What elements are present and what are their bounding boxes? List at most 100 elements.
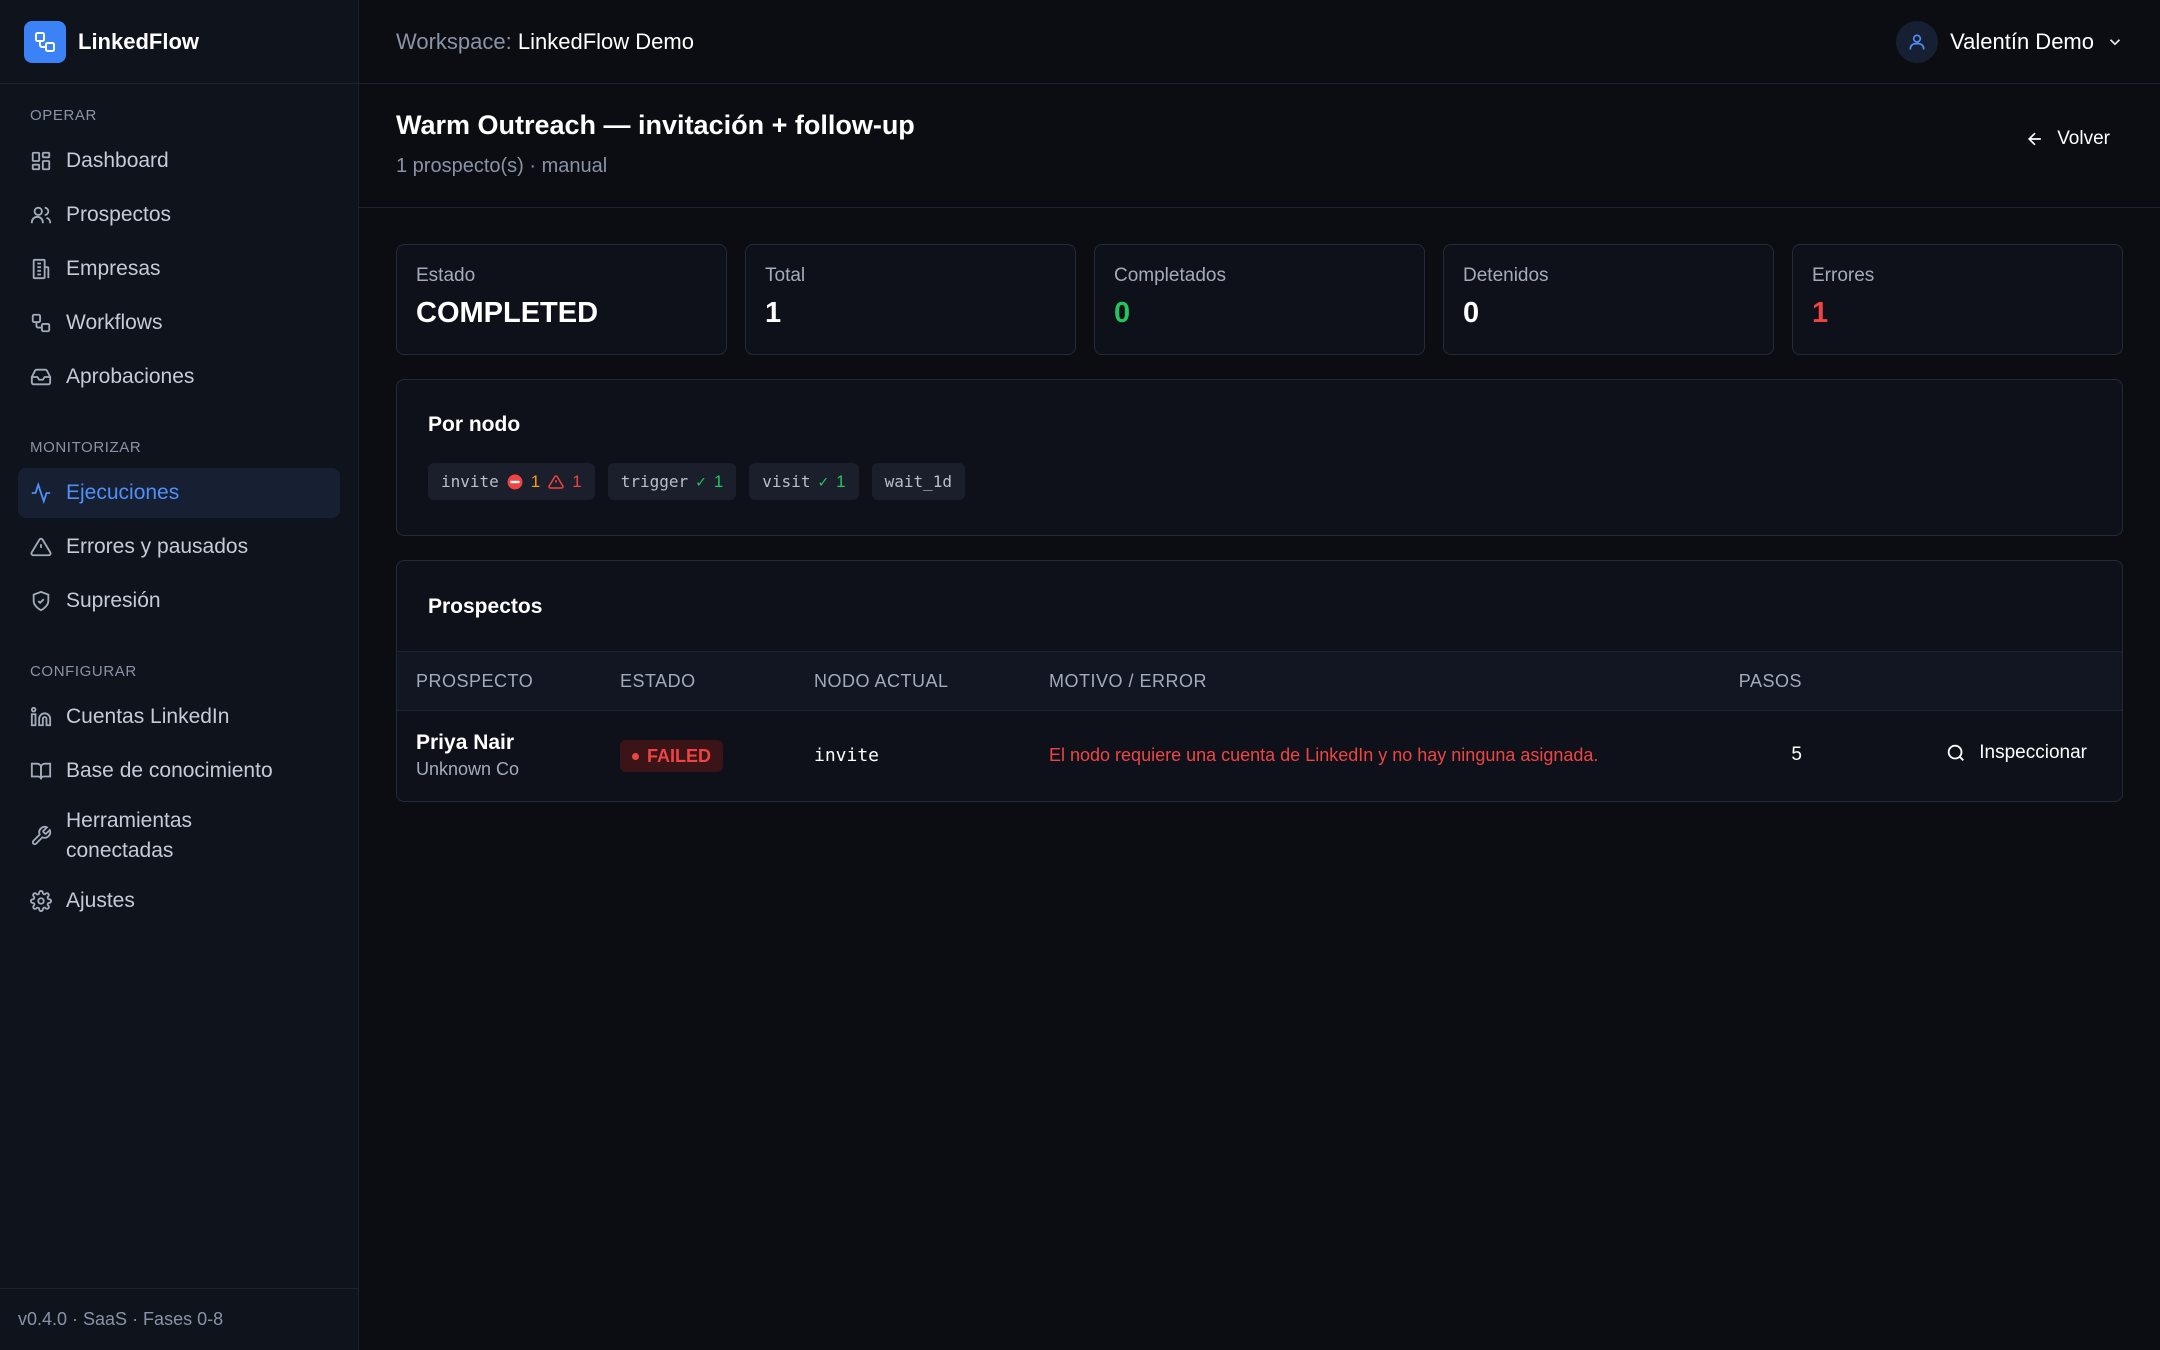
stat-card-total: Total 1 [745, 244, 1076, 355]
nav-section-operar: OPERAR Dashboard Prospectos Empresas Wor… [0, 84, 358, 402]
steps-count: 5 [1791, 744, 1802, 765]
brand[interactable]: LinkedFlow [0, 0, 358, 84]
dashboard-icon [31, 151, 51, 171]
sidebar-item-label: Dashboard [66, 149, 169, 172]
stats-row: Estado COMPLETED Total 1 Completados 0 D… [396, 244, 2123, 355]
sidebar-item-ejecuciones[interactable]: Ejecuciones [18, 468, 340, 518]
nav-section-configurar: CONFIGURAR Cuentas LinkedIn Base de cono… [0, 640, 358, 926]
nodes-panel-title: Por nodo [428, 413, 521, 436]
sidebar-item-errores[interactable]: Errores y pausados [18, 522, 340, 572]
building-icon [32, 258, 50, 280]
sidebar-item-herramientas[interactable]: Herramientas conectadas [18, 800, 340, 872]
sidebar-item-label: Herramientas conectadas [66, 809, 193, 862]
back-button[interactable]: Volver [2011, 122, 2124, 156]
nav-heading-configurar: CONFIGURAR [30, 663, 137, 680]
sidebar-item-prospectos[interactable]: Prospectos [18, 190, 340, 240]
user-icon [1909, 34, 1925, 49]
sidebar: LinkedFlow OPERAR Dashboard Prospectos E… [0, 0, 359, 1350]
linkedin-icon [30, 706, 52, 727]
stop-icon [507, 474, 523, 489]
brand-name: LinkedFlow [78, 28, 199, 54]
sidebar-item-label: Workflows [66, 311, 163, 334]
main-content: Workspace: LinkedFlow Demo Valentín Demo… [359, 0, 2160, 1350]
page-header: Warm Outreach — invitación + follow-up 1… [359, 84, 2160, 208]
current-node: invite [814, 745, 880, 766]
search-icon [1948, 744, 1965, 761]
workflow-icon [31, 313, 51, 333]
sidebar-item-cuentas-linkedin[interactable]: Cuentas LinkedIn [18, 692, 340, 742]
prospect-name[interactable]: Priya Nair [416, 731, 519, 755]
sidebar-item-empresas[interactable]: Empresas [18, 244, 340, 294]
node-chip-trigger: trigger ✓ 1 [607, 463, 737, 500]
sidebar-item-label: Cuentas LinkedIn [66, 705, 230, 728]
column-header-estado[interactable]: ESTADO [620, 671, 696, 692]
page-title: Warm Outreach — invitación + follow-up [396, 110, 915, 140]
stat-card-completados: Completados 0 [1094, 244, 1425, 355]
nav-section-monitorizar: MONITORIZAR Ejecuciones Errores y pausad… [0, 416, 358, 626]
user-menu[interactable]: Valentín Demo [1896, 20, 2124, 63]
wrench-icon [31, 825, 52, 846]
avatar [1896, 20, 1939, 63]
prospects-table: PROSPECTO ESTADO NODO ACTUAL MOTIVO / ER… [397, 651, 2122, 801]
node-chip-error-count: 1 [572, 471, 582, 491]
column-header-motivo[interactable]: MOTIVO / ERROR [1049, 671, 1207, 692]
activity-icon [31, 482, 51, 504]
node-chip-stopped-count: 1 [530, 471, 541, 491]
table-row[interactable]: Priya Nair Unknown Co FAILED invite El n… [397, 711, 2122, 801]
chevron-down-icon [2109, 38, 2121, 45]
node-chip-wait: wait_1d [871, 463, 965, 500]
topbar: Workspace: LinkedFlow Demo Valentín Demo [359, 0, 2160, 84]
status-badge-label: FAILED [647, 745, 712, 766]
node-chip-name: visit [762, 472, 811, 491]
stat-value: 1 [765, 297, 782, 329]
user-name: Valentín Demo [1950, 28, 2094, 54]
stat-value: 0 [1114, 297, 1131, 329]
sidebar-item-label: Base de conocimiento [66, 759, 273, 782]
sidebar-item-label: Aprobaciones [66, 365, 195, 388]
column-header-prospecto[interactable]: PROSPECTO [416, 671, 533, 692]
check-icon: ✓ [818, 472, 829, 491]
node-chip-visit: visit ✓ 1 [749, 463, 859, 500]
run-details: Estado COMPLETED Total 1 Completados 0 D… [359, 208, 2160, 802]
inbox-icon [30, 368, 52, 386]
sidebar-item-workflows[interactable]: Workflows [18, 298, 340, 348]
node-chip-invite: invite 1 1 [428, 463, 595, 500]
sidebar-item-aprobaciones[interactable]: Aprobaciones [18, 352, 340, 402]
status-dot-icon [632, 752, 639, 760]
node-chip-completed-count: 1 [836, 471, 846, 491]
stat-label: Completados [1114, 265, 1226, 286]
node-chip-name: wait_1d [884, 472, 952, 491]
check-icon: ✓ [696, 472, 706, 491]
sidebar-item-label: Errores y pausados [66, 535, 249, 558]
sidebar-item-label: Prospectos [66, 203, 172, 226]
column-header-nodo[interactable]: NODO ACTUAL [814, 671, 949, 692]
workspace-label: Workspace: [396, 28, 512, 54]
inspect-button[interactable]: Inspeccionar [1945, 742, 2087, 764]
node-chip-name: trigger [620, 472, 689, 491]
stat-value: 1 [1812, 297, 1829, 329]
arrow-left-icon [2028, 132, 2042, 146]
stat-label: Total [765, 265, 806, 286]
sidebar-item-supresion[interactable]: Supresión [18, 576, 340, 626]
column-header-pasos[interactable]: PASOS [1739, 671, 1802, 692]
stat-label: Detenidos [1463, 265, 1549, 286]
prospect-company: Unknown Co [416, 759, 520, 779]
nav-heading-monitorizar: MONITORIZAR [30, 439, 142, 456]
table-header: PROSPECTO ESTADO NODO ACTUAL MOTIVO / ER… [397, 651, 2122, 711]
shield-icon [32, 590, 50, 612]
stat-card-errores: Errores 1 [1792, 244, 2123, 355]
brand-logo-icon [24, 20, 66, 63]
stat-value: COMPLETED [416, 297, 599, 329]
gear-icon [30, 890, 52, 912]
sidebar-item-ajustes[interactable]: Ajustes [18, 876, 340, 926]
status-cell: FAILED [620, 740, 724, 772]
workspace-indicator: Workspace: LinkedFlow Demo [396, 29, 694, 55]
sidebar-item-base-conocimiento[interactable]: Base de conocimiento [18, 746, 340, 796]
stat-card-estado: Estado COMPLETED [396, 244, 727, 355]
sidebar-item-dashboard[interactable]: Dashboard [18, 136, 340, 186]
prospects-panel-title: Prospectos [428, 595, 543, 618]
warning-icon [548, 474, 564, 489]
sidebar-item-label: Ajustes [66, 889, 135, 912]
sidebar-item-label: Empresas [66, 257, 161, 280]
node-chip-completed-count: 1 [713, 471, 724, 491]
